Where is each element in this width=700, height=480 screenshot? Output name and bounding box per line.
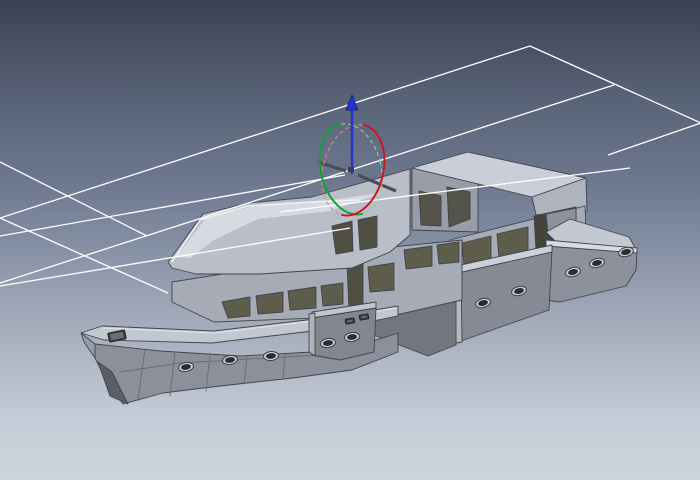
pilothouse-window-1[interactable]: [332, 221, 353, 254]
grid-edge-bottom-right: [608, 123, 700, 155]
flybridge-window-1[interactable]: [419, 191, 441, 226]
cabin-window-2[interactable]: [256, 292, 283, 314]
cabin-window-3[interactable]: [288, 287, 316, 310]
grid-edge-top-right: [530, 46, 700, 123]
cabin-window-6[interactable]: [404, 246, 432, 269]
origin-marker[interactable]: [348, 167, 354, 172]
cabin-window-7[interactable]: [437, 242, 459, 264]
grid-line-b3: [0, 162, 147, 236]
viewport-canvas[interactable]: [0, 0, 700, 480]
cad-viewport[interactable]: [0, 0, 700, 480]
cabin-window-4[interactable]: [321, 283, 343, 306]
cabin-window-5[interactable]: [368, 263, 394, 292]
pilothouse-window-2[interactable]: [358, 216, 377, 250]
hull-aft-block-left-edge[interactable]: [309, 313, 315, 356]
